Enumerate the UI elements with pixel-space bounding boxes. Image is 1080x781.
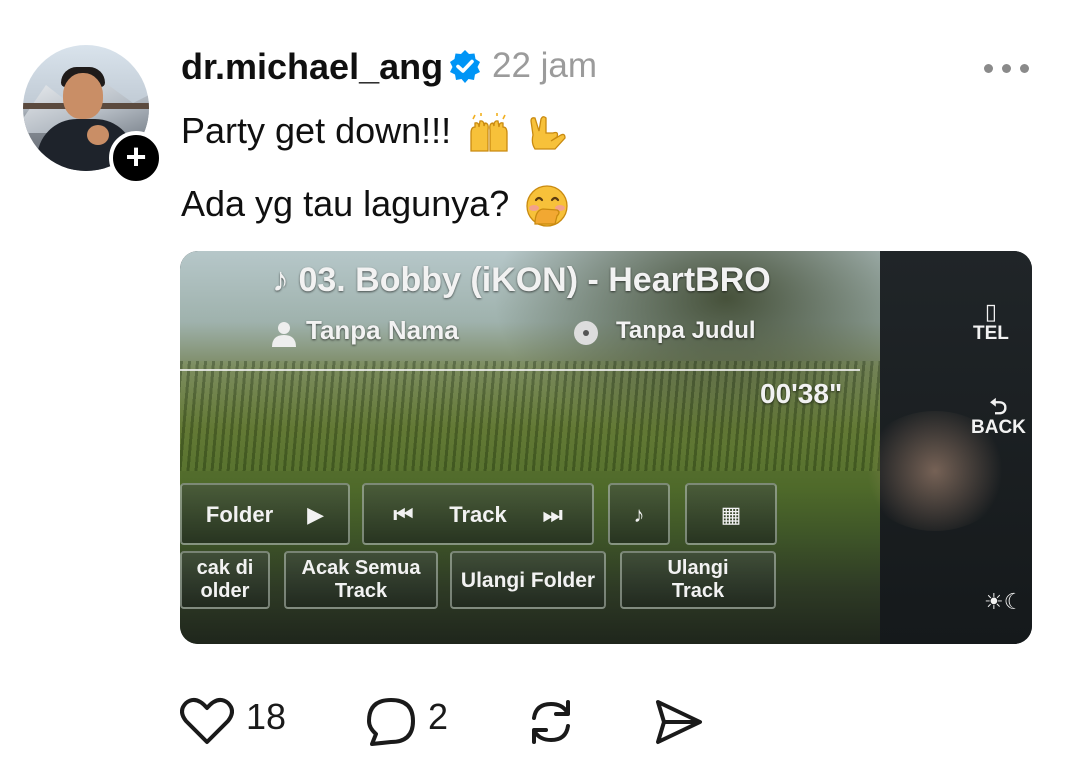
like-heart-icon[interactable] xyxy=(180,696,234,746)
like-count: 18 xyxy=(246,696,287,737)
phone-icon: ▯ xyxy=(984,299,997,324)
grid-view-button[interactable]: ▦ xyxy=(685,483,777,545)
tel-label: TEL xyxy=(973,323,1009,344)
post-text-line1: Party get down!!! xyxy=(181,110,567,153)
repeat-track-label: Ulangi Track xyxy=(667,557,729,602)
avatar-container[interactable]: + xyxy=(23,45,163,185)
post-time: 22 jam xyxy=(492,46,598,85)
track-label: Track xyxy=(449,501,507,527)
verified-badge-icon xyxy=(450,50,480,83)
back-arrow-icon: ⮌ xyxy=(989,394,1008,419)
username[interactable]: dr.michael_ang xyxy=(181,46,443,88)
back-label: BACK xyxy=(971,417,1026,438)
reply-count: 2 xyxy=(428,696,449,737)
more-options-icon[interactable] xyxy=(984,64,1032,74)
follow-plus-button[interactable]: + xyxy=(109,131,163,185)
folder-button[interactable]: Folder ▶ xyxy=(180,483,350,545)
reply-bubble-icon[interactable] xyxy=(364,696,418,748)
random-all-label: Acak Semua Track xyxy=(301,557,421,602)
random-folder-label: cak di older xyxy=(196,557,254,602)
next-track-icon: ⏭ xyxy=(542,501,563,527)
song-title: ♪ 03. Bobby (iKON) - HeartBRO xyxy=(272,261,771,299)
post-text-line2: Ada yg tau lagunya? xyxy=(181,183,569,228)
action-bar: 18 2 xyxy=(180,690,740,750)
sun-moon-icon: ☀☾ xyxy=(984,589,1024,614)
avatar-hand xyxy=(87,125,109,145)
love-you-gesture-emoji-icon xyxy=(530,116,566,151)
day-night-button[interactable]: ☀☾ xyxy=(984,589,1023,615)
random-all-button[interactable]: Acak Semua Track xyxy=(284,551,438,609)
repeat-folder-button[interactable]: Ulangi Folder xyxy=(450,551,606,609)
disc-icon xyxy=(574,321,598,345)
folder-music-button[interactable]: ♪ xyxy=(608,483,670,545)
folder-music-icon: ♪ xyxy=(633,501,645,527)
post-text: Party get down!!! xyxy=(181,110,452,151)
folder-label: Folder xyxy=(205,501,274,527)
post-photo[interactable]: ♪ 03. Bobby (iKON) - HeartBRO Tanpa Nama… xyxy=(180,251,1032,644)
repeat-folder-label: Ulangi Folder xyxy=(460,568,596,592)
post-text-question: Ada yg tau lagunya? xyxy=(181,183,510,224)
random-folder-button[interactable]: cak di older xyxy=(180,551,270,609)
progress-line xyxy=(180,369,860,371)
play-icon: ▶ xyxy=(307,501,325,527)
grid-icon: ▦ xyxy=(720,501,742,527)
artist-icon xyxy=(272,322,296,347)
face-with-hand-over-mouth-emoji-icon xyxy=(526,185,568,228)
track-button[interactable]: ⏮ Track ⏭ xyxy=(362,483,594,545)
repost-icon[interactable] xyxy=(524,696,578,748)
back-button[interactable]: ⮌ BACK xyxy=(971,394,1026,439)
previous-track-icon: ⏮ xyxy=(393,501,414,527)
avatar-face xyxy=(63,73,103,119)
elapsed-time: 00'38" xyxy=(760,378,843,409)
raising-hands-emoji-icon xyxy=(470,113,508,153)
album-name: Tanpa Judul xyxy=(616,317,756,344)
share-send-icon[interactable] xyxy=(652,696,706,748)
repeat-track-button[interactable]: Ulangi Track xyxy=(620,551,776,609)
artist-name: Tanpa Nama xyxy=(306,315,459,345)
tel-button[interactable]: ▯ TEL xyxy=(973,301,1009,345)
